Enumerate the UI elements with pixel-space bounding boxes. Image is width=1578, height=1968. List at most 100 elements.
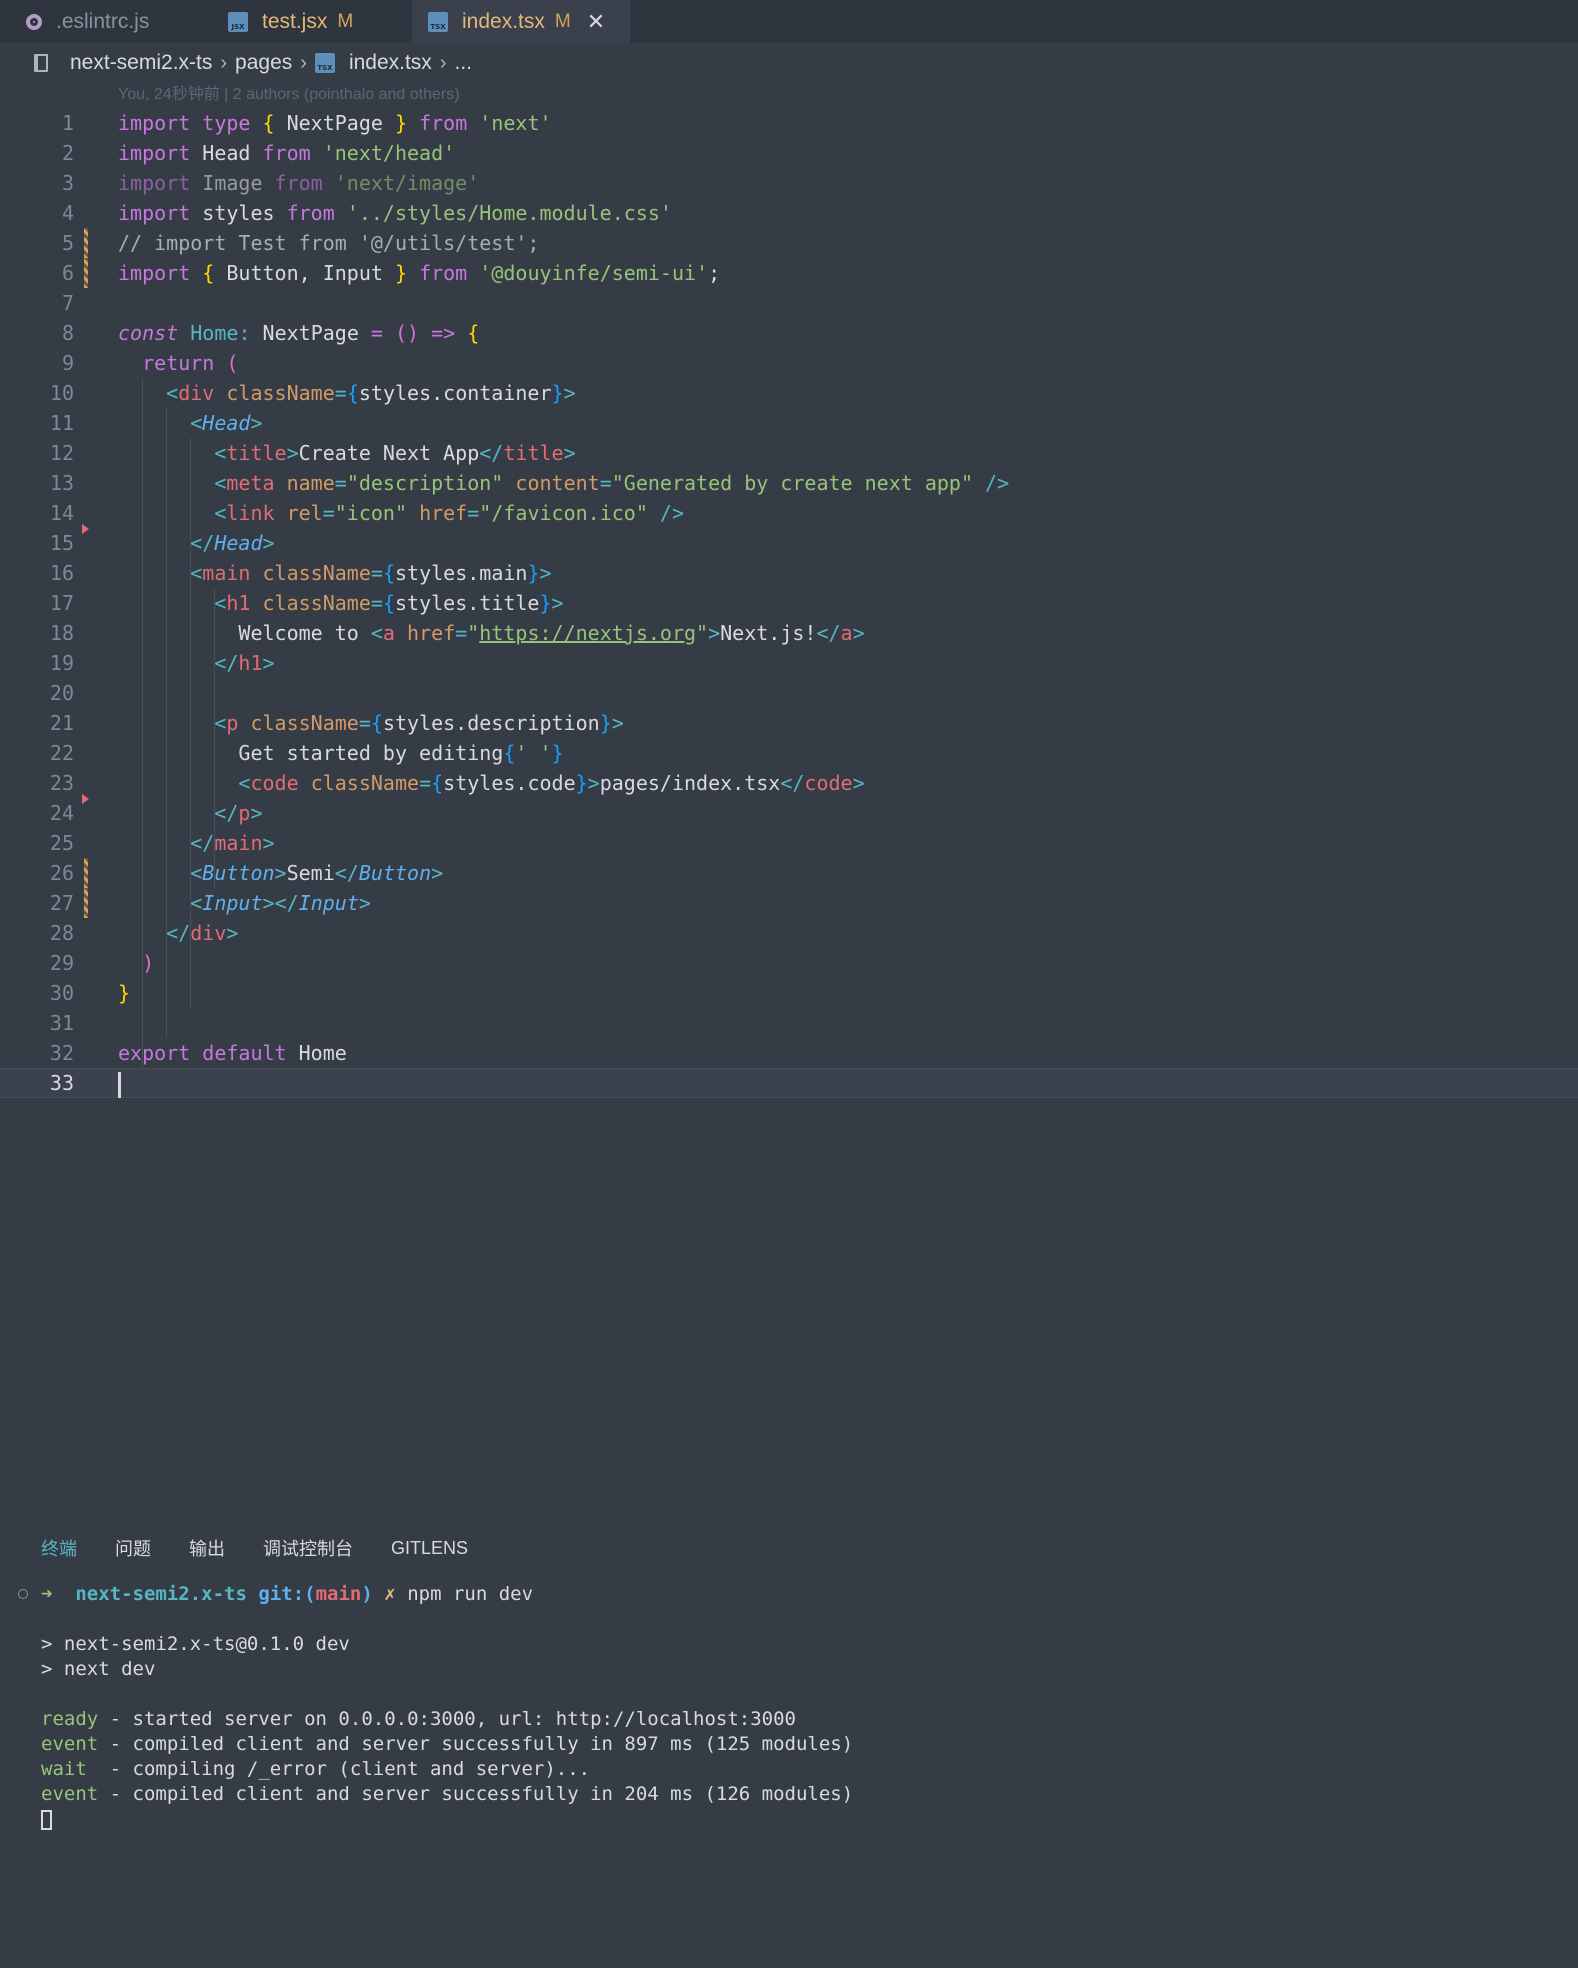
modified-line-marker[interactable] bbox=[84, 258, 88, 288]
code-text: </div> bbox=[166, 921, 239, 945]
log-level: event bbox=[41, 1783, 99, 1805]
code-editor[interactable]: 1 import type { NextPage } from 'next' 2 im… bbox=[0, 108, 1578, 1098]
terminal-log-line: event - compiled client and server succe… bbox=[0, 1782, 1578, 1807]
tab-label: .eslintrc.js bbox=[56, 9, 150, 33]
code-line[interactable]: 17 <h1 className={styles.title}> bbox=[0, 588, 1578, 618]
line-number: 29 bbox=[49, 951, 74, 975]
modified-line-marker[interactable] bbox=[84, 858, 88, 888]
tab-output[interactable]: 输出 bbox=[189, 1535, 225, 1561]
code-line[interactable]: 11 <Head> bbox=[0, 408, 1578, 438]
code-line[interactable]: 26 <Button>Semi</Button> bbox=[0, 858, 1578, 888]
code-text: <Button>Semi</Button> bbox=[190, 861, 444, 885]
eslint-icon bbox=[26, 13, 42, 30]
tab-index-tsx[interactable]: TSX index.tsx M ✕ bbox=[412, 0, 630, 43]
terminal-log-line: ready - started server on 0.0.0.0:3000, … bbox=[0, 1707, 1578, 1732]
modified-badge: M bbox=[554, 10, 571, 32]
log-level: event bbox=[41, 1733, 99, 1755]
code-text: </h1> bbox=[214, 651, 275, 675]
panel-tabs: 终端 问题 输出 调试控制台 GITLENS bbox=[0, 1530, 1578, 1566]
code-text: <p className={styles.description}> bbox=[214, 711, 624, 735]
code-text: <main className={styles.main}> bbox=[190, 561, 552, 585]
code-text: </Head> bbox=[190, 531, 275, 555]
breadcrumb-project[interactable]: next-semi2.x-ts bbox=[70, 51, 212, 75]
deleted-line-marker[interactable] bbox=[82, 794, 89, 804]
code-line[interactable]: 19 </h1> bbox=[0, 648, 1578, 678]
breadcrumb-file[interactable]: index.tsx bbox=[349, 51, 432, 75]
code-line[interactable]: 33 bbox=[0, 1068, 1578, 1098]
code-line[interactable]: 22 Get started by editing{' '} bbox=[0, 738, 1578, 768]
code-text: const Home: NextPage = () => { bbox=[118, 321, 480, 345]
tsx-file-icon: TSX bbox=[314, 53, 335, 73]
code-text: import type { NextPage } from 'next' bbox=[118, 111, 552, 135]
line-number: 27 bbox=[49, 891, 74, 915]
code-text: } bbox=[118, 981, 131, 1005]
log-level: wait bbox=[41, 1758, 87, 1780]
code-line[interactable]: 4 import styles from '../styles/Home.modu… bbox=[0, 198, 1578, 228]
breadcrumb-more[interactable]: ... bbox=[454, 51, 472, 75]
tab-gitlens[interactable]: GITLENS bbox=[391, 1538, 468, 1559]
code-text: import Head from 'next/head' bbox=[118, 141, 456, 165]
deleted-line-marker[interactable] bbox=[82, 524, 89, 534]
dirty-marker: ✗ bbox=[384, 1583, 396, 1605]
tab-eslintrc[interactable]: .eslintrc.js bbox=[26, 0, 216, 43]
circle-icon bbox=[18, 1589, 28, 1599]
terminal-output: > next dev bbox=[41, 1658, 156, 1680]
code-line[interactable]: 5 // import Test from '@/utils/test'; bbox=[0, 228, 1578, 258]
line-number: 14 bbox=[49, 501, 74, 525]
modified-line-marker[interactable] bbox=[84, 888, 88, 918]
tab-problems[interactable]: 问题 bbox=[115, 1535, 151, 1561]
code-line[interactable]: 16 <main className={styles.main}> bbox=[0, 558, 1578, 588]
code-text: </p> bbox=[214, 801, 263, 825]
code-line[interactable]: 21 <p className={styles.description}> bbox=[0, 708, 1578, 738]
terminal[interactable]: ➜ next-semi2.x-ts git:(main) ✗ npm run d… bbox=[0, 1582, 1578, 1832]
terminal-output: > next-semi2.x-ts@0.1.0 dev bbox=[41, 1633, 350, 1655]
code-line[interactable]: 27 <Input></Input> bbox=[0, 888, 1578, 918]
code-line[interactable]: 6 import { Button, Input } from '@douyinf… bbox=[0, 258, 1578, 288]
code-line[interactable]: 1 import type { NextPage } from 'next' bbox=[0, 108, 1578, 138]
tab-test-jsx[interactable]: JSX test.jsx M bbox=[228, 0, 408, 43]
line-number: 25 bbox=[49, 831, 74, 855]
code-text: export default Home bbox=[118, 1041, 347, 1065]
code-line[interactable]: 12 <title>Create Next App</title> bbox=[0, 438, 1578, 468]
code-line[interactable]: 9 return ( bbox=[0, 348, 1578, 378]
code-line[interactable]: 23 <code className={styles.code}>pages/i… bbox=[0, 768, 1578, 798]
code-text: </main> bbox=[190, 831, 275, 855]
code-line[interactable]: 10 <div className={styles.container}> bbox=[0, 378, 1578, 408]
line-number: 28 bbox=[49, 921, 74, 945]
code-line[interactable]: 18 Welcome to <a href="https://nextjs.or… bbox=[0, 618, 1578, 648]
code-text: <title>Create Next App</title> bbox=[214, 441, 576, 465]
editor-tab-bar: .eslintrc.js JSX test.jsx M TSX index.ts… bbox=[0, 0, 1578, 43]
tab-debug-console[interactable]: 调试控制台 bbox=[263, 1535, 353, 1561]
code-text: import styles from '../styles/Home.modul… bbox=[118, 201, 672, 225]
code-text: <Head> bbox=[190, 411, 263, 435]
code-line[interactable]: 14 <link rel="icon" href="/favicon.ico" … bbox=[0, 498, 1578, 528]
line-number: 4 bbox=[61, 201, 74, 225]
line-number: 7 bbox=[61, 291, 74, 315]
modified-line-marker[interactable] bbox=[84, 228, 88, 258]
log-message: - compiling /_error (client and server).… bbox=[109, 1758, 591, 1780]
code-line[interactable]: 20 bbox=[0, 678, 1578, 708]
code-line[interactable]: 29 ) bbox=[0, 948, 1578, 978]
code-line[interactable]: 30} bbox=[0, 978, 1578, 1008]
code-line[interactable]: 15 </Head> bbox=[0, 524, 1578, 558]
code-line[interactable]: 24 </p> bbox=[0, 794, 1578, 828]
close-icon[interactable]: ✕ bbox=[587, 9, 605, 35]
line-number: 10 bbox=[49, 381, 74, 405]
code-line[interactable]: 25 </main> bbox=[0, 828, 1578, 858]
code-line[interactable]: 32 export default Home bbox=[0, 1038, 1578, 1068]
code-line[interactable]: 7 bbox=[0, 288, 1578, 318]
line-number: 19 bbox=[49, 651, 74, 675]
tab-terminal[interactable]: 终端 bbox=[41, 1535, 77, 1561]
code-line[interactable]: 28 </div> bbox=[0, 918, 1578, 948]
line-number: 3 bbox=[61, 171, 74, 195]
code-text: return ( bbox=[142, 351, 239, 375]
text-cursor bbox=[118, 1071, 121, 1098]
code-line[interactable]: 3 import Image from 'next/image' bbox=[0, 168, 1578, 198]
breadcrumb-folder[interactable]: pages bbox=[235, 51, 292, 75]
code-text: <code className={styles.code}>pages/inde… bbox=[238, 771, 865, 795]
code-line[interactable]: 8 const Home: NextPage = () => { bbox=[0, 318, 1578, 348]
code-line[interactable]: 13 <meta name="description" content="Gen… bbox=[0, 468, 1578, 498]
git-blame-annotation[interactable]: You, 24秒钟前 | 2 authors (pointhalo and ot… bbox=[118, 80, 460, 104]
code-line[interactable]: 2 import Head from 'next/head' bbox=[0, 138, 1578, 168]
code-line[interactable]: 31 bbox=[0, 1008, 1578, 1038]
